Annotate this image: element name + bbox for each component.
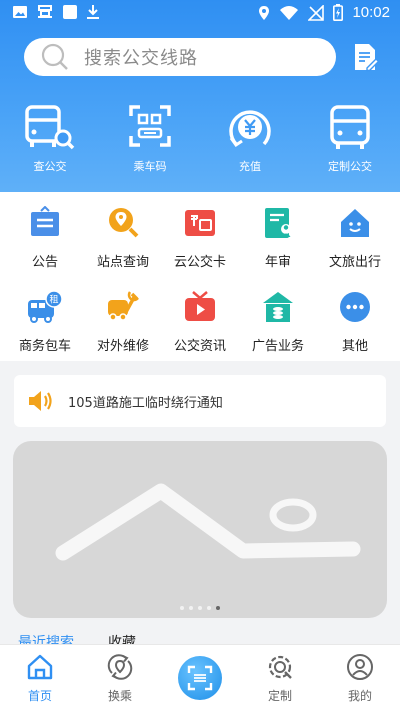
scan-qr-button[interactable]: [178, 656, 222, 700]
quick-action-label: 查公交: [33, 160, 67, 173]
bus-search-icon: [25, 105, 75, 150]
service-grid: 公告 站点查询 云公交卡 年审 文旅出行 租 商务包车 对外维修 公交资讯 广告…: [0, 192, 400, 361]
announcement-icon: [31, 206, 59, 236]
service-annual-review[interactable]: 年审: [238, 206, 318, 270]
wifi-icon: [280, 5, 299, 20]
service-charter[interactable]: 租 商务包车: [5, 290, 85, 354]
service-other[interactable]: 其他: [315, 290, 395, 354]
speaker-icon: [29, 391, 52, 411]
carousel-dot[interactable]: [189, 606, 193, 610]
image-placeholder-icon: [55, 483, 361, 561]
bus-icon: [330, 105, 370, 149]
download-icon: [87, 5, 99, 19]
scan-icon: [187, 665, 213, 691]
service-advertising[interactable]: 广告业务: [238, 290, 318, 354]
notice-bar[interactable]: 105道路施工临时绕行通知: [14, 375, 386, 427]
charter-bus-icon: 租: [28, 290, 63, 323]
quick-action-label: 定制公交: [328, 160, 372, 173]
carousel-dot[interactable]: [180, 606, 184, 610]
service-label: 文旅出行: [328, 255, 381, 270]
annual-review-icon: [265, 208, 291, 238]
search-icon: [41, 43, 68, 70]
status-time: 10:02: [352, 4, 390, 21]
nav-home[interactable]: 首页: [0, 653, 80, 704]
tv-news-icon: [185, 291, 215, 321]
yuan-recharge-icon: [229, 110, 271, 148]
carousel-dot[interactable]: [207, 606, 211, 610]
travel-house-icon: [341, 209, 369, 237]
banner-carousel[interactable]: [13, 441, 387, 618]
quick-action-recharge[interactable]: 充值: [200, 104, 300, 174]
quick-action-ride-code[interactable]: 乘车码: [100, 104, 200, 174]
quick-action-custom-bus[interactable]: 定制公交: [300, 104, 400, 174]
notice-text: 105道路施工临时绕行通知: [68, 395, 223, 411]
more-icon: [340, 292, 370, 322]
bus-card-icon: [185, 210, 215, 236]
service-repair[interactable]: 对外维修: [83, 290, 163, 354]
search-input[interactable]: 搜索公交线路: [24, 38, 336, 76]
service-label: 商务包车: [18, 339, 71, 354]
service-travel[interactable]: 文旅出行: [315, 206, 395, 270]
service-label: 其他: [341, 339, 368, 354]
qr-code-icon: [129, 105, 171, 147]
nav-custom[interactable]: 定制: [240, 653, 320, 704]
location-search-icon: [109, 208, 139, 238]
custom-gear-icon: [268, 655, 292, 679]
nav-label: 换乘: [107, 689, 132, 703]
service-label: 广告业务: [251, 339, 304, 354]
status-bar: 10:02: [0, 0, 400, 28]
service-label: 公告: [31, 255, 58, 270]
search-placeholder: 搜索公交线路: [84, 48, 198, 69]
service-label: 站点查询: [96, 255, 149, 270]
carousel-dot[interactable]: [198, 606, 202, 610]
service-label: 云公交卡: [173, 255, 226, 270]
battery-icon: [333, 4, 344, 21]
repair-icon: [108, 291, 139, 321]
service-label: 年审: [264, 255, 291, 270]
nav-label: 首页: [27, 689, 52, 703]
carousel-dots: [13, 606, 387, 610]
service-news[interactable]: 公交资讯: [160, 290, 240, 354]
bug-icon: [38, 5, 52, 18]
home-icon: [27, 654, 53, 680]
image-icon: [13, 6, 27, 18]
service-station-query[interactable]: 站点查询: [83, 206, 163, 270]
nav-label: 定制: [267, 689, 292, 703]
square-icon: [63, 5, 77, 19]
nav-label: 我的: [347, 689, 372, 703]
service-label: 对外维修: [96, 339, 149, 354]
nav-transfer[interactable]: 换乘: [80, 653, 160, 704]
quick-action-label: 乘车码: [133, 160, 167, 173]
quick-action-bus-search[interactable]: 查公交: [0, 104, 100, 174]
nav-mine[interactable]: 我的: [320, 653, 400, 704]
service-announcement[interactable]: 公告: [5, 206, 85, 270]
ad-house-icon: [263, 292, 293, 322]
user-icon: [347, 654, 373, 680]
service-cloud-card[interactable]: 云公交卡: [160, 206, 240, 270]
note-edit-icon[interactable]: [350, 42, 380, 72]
transfer-icon: [107, 654, 133, 680]
service-label: 公交资讯: [173, 339, 226, 354]
carousel-dot-active[interactable]: [216, 606, 220, 610]
no-signal-icon: [308, 4, 325, 21]
location-icon: [259, 5, 270, 20]
quick-action-label: 充值: [239, 160, 261, 173]
charter-badge-text: 租: [49, 295, 58, 306]
